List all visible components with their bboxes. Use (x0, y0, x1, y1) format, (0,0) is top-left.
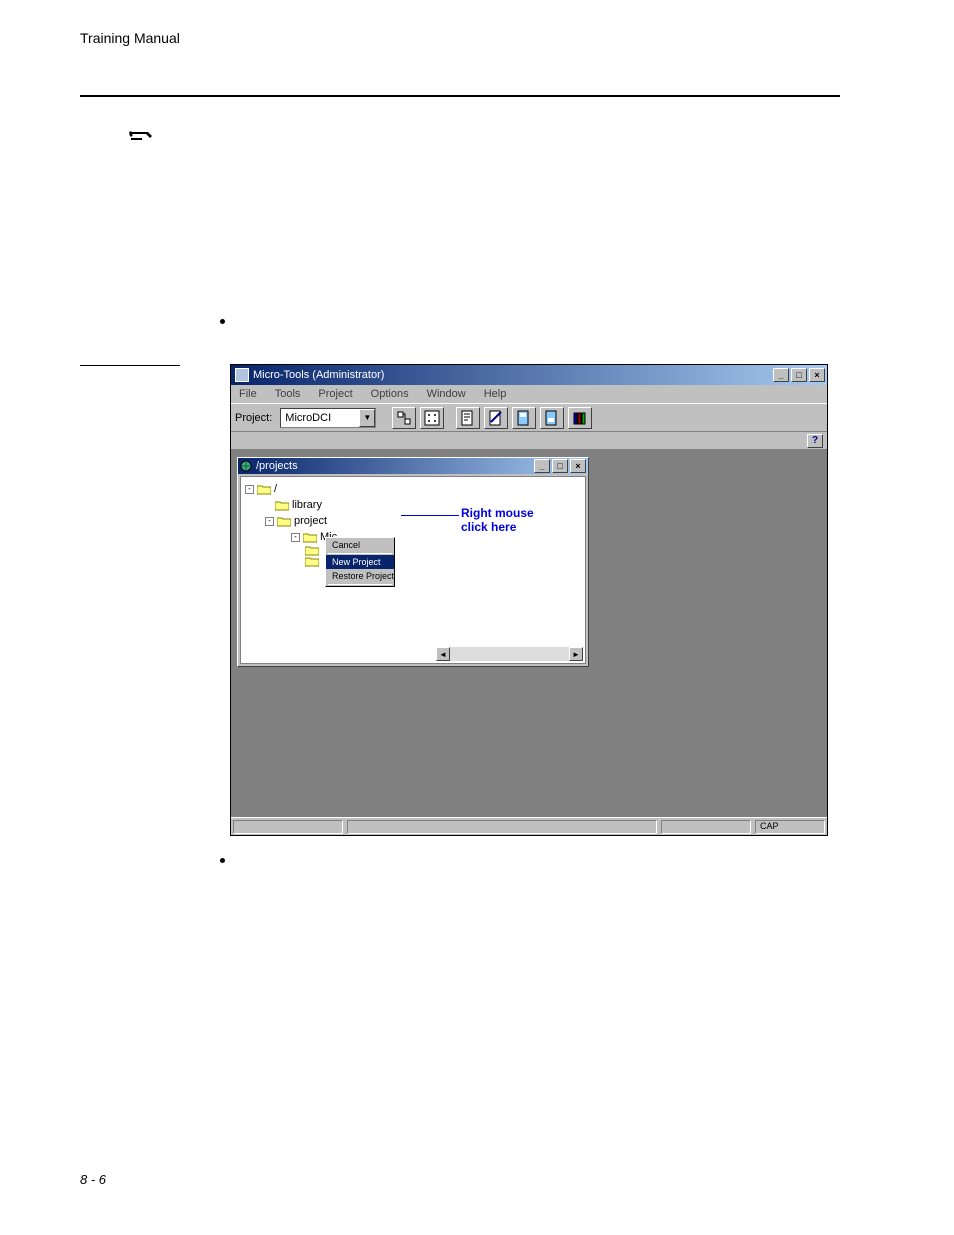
top-rule (80, 95, 840, 97)
folder-icon (305, 556, 319, 567)
tree-subitem[interactable] (245, 545, 581, 556)
dropdown-arrow-icon[interactable]: ▼ (359, 409, 375, 427)
menu-tools[interactable]: Tools (273, 388, 303, 400)
titlebar-text: Micro-Tools (Administrator) (253, 369, 773, 381)
collapse-icon[interactable]: - (291, 533, 300, 542)
annotation-line2: click here (461, 520, 516, 534)
menu-new-project[interactable]: New Project (326, 555, 394, 569)
page-header: Training Manual (80, 30, 180, 46)
tool-btn-2[interactable] (420, 407, 444, 429)
folder-open-icon (303, 532, 317, 543)
horizontal-scrollbar[interactable]: ◄ ► (436, 647, 583, 661)
page-footer: 8 - 6 (80, 1172, 106, 1187)
tool-btn-4[interactable] (484, 407, 508, 429)
status-panel (233, 820, 343, 834)
inner-titlebar[interactable]: /projects _ □ × (238, 458, 588, 474)
tree-root[interactable]: - / (245, 481, 581, 497)
inner-minimize-button[interactable]: _ (534, 459, 550, 473)
globe-icon (240, 460, 252, 472)
toolbar: Project: MicroDCI ▼ (231, 403, 827, 431)
status-panel (661, 820, 751, 834)
titlebar[interactable]: Micro-Tools (Administrator) _ □ × (231, 365, 827, 385)
tree-label: project (294, 513, 327, 529)
inner-title: /projects (256, 460, 298, 472)
minimize-button[interactable]: _ (773, 368, 789, 382)
statusbar: CAP (231, 817, 827, 835)
status-caps: CAP (755, 820, 825, 834)
menubar: File Tools Project Options Window Help (231, 385, 827, 403)
collapse-icon[interactable]: - (265, 517, 274, 526)
status-panel (347, 820, 657, 834)
folder-icon (275, 500, 289, 511)
tool-btn-7[interactable] (568, 407, 592, 429)
bullet (220, 319, 225, 324)
tool-btn-3[interactable] (456, 407, 480, 429)
menu-separator (328, 584, 392, 585)
inner-close-button[interactable]: × (570, 459, 586, 473)
app-window: Micro-Tools (Administrator) _ □ × File T… (230, 364, 828, 836)
menu-file[interactable]: File (237, 388, 259, 400)
app-icon (235, 368, 249, 382)
scroll-left-icon[interactable]: ◄ (436, 647, 450, 661)
annotation-line1: Right mouse (461, 506, 534, 520)
menu-help[interactable]: Help (482, 388, 509, 400)
maximize-button[interactable]: □ (791, 368, 807, 382)
workspace: /projects _ □ × - / libr (231, 449, 827, 817)
tree-panel: - / library - project - (240, 476, 586, 664)
projects-window: /projects _ □ × - / libr (237, 457, 589, 667)
tree-subitem[interactable] (245, 556, 581, 567)
tree-root-label: / (274, 481, 277, 497)
collapse-icon[interactable]: - (245, 485, 254, 494)
project-value: MicroDCI (285, 412, 331, 424)
context-menu: Cancel New Project Restore Project (325, 537, 395, 587)
menu-window[interactable]: Window (425, 388, 468, 400)
folder-open-icon (277, 516, 291, 527)
tool-btn-1[interactable] (392, 407, 416, 429)
help-button[interactable]: ? (807, 434, 823, 448)
menu-options[interactable]: Options (369, 388, 411, 400)
project-select[interactable]: MicroDCI ▼ (280, 408, 376, 428)
close-button[interactable]: × (809, 368, 825, 382)
annotation-leader (401, 515, 459, 516)
tool-btn-5[interactable] (512, 407, 536, 429)
folder-open-icon (257, 484, 271, 495)
menu-separator (328, 553, 392, 554)
project-label: Project: (235, 412, 272, 424)
mid-rule (80, 365, 180, 366)
help-bar: ? (231, 431, 827, 449)
bullet (220, 858, 225, 863)
menu-project[interactable]: Project (316, 388, 354, 400)
scroll-right-icon[interactable]: ► (569, 647, 583, 661)
note-hand-icon (128, 128, 154, 148)
annotation-text: Right mouse click here (461, 506, 534, 535)
tree-label: library (292, 497, 322, 513)
tool-btn-6[interactable] (540, 407, 564, 429)
folder-icon (305, 545, 319, 556)
menu-cancel[interactable]: Cancel (326, 538, 394, 552)
inner-maximize-button[interactable]: □ (552, 459, 568, 473)
menu-restore-project[interactable]: Restore Project (326, 569, 394, 583)
